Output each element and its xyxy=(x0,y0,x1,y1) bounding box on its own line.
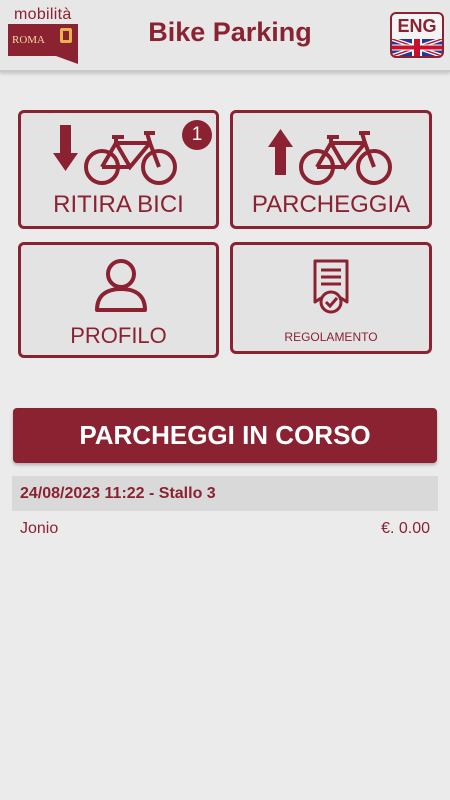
parking-entry-header[interactable]: 24/08/2023 11:22 - Stallo 3 xyxy=(12,476,438,511)
mobilita-roma-logo: mobilità ROMA xyxy=(8,6,80,66)
regolamento-button[interactable]: REGOLAMENTO xyxy=(230,242,432,354)
parcheggi-in-corso-button[interactable]: PARCHEGGI IN CORSO xyxy=(13,408,437,463)
profilo-button[interactable]: PROFILO xyxy=(18,242,219,358)
profilo-label: PROFILO xyxy=(70,323,167,348)
parcheggia-button[interactable]: PARCHEGGIA xyxy=(230,110,432,229)
bike-down-arrow-icon xyxy=(53,125,177,185)
ritira-bici-button[interactable]: 1 RITIRA BICI xyxy=(18,110,219,229)
page-title: Bike Parking xyxy=(148,17,312,47)
parcheggi-in-corso-label: PARCHEGGI IN CORSO xyxy=(79,420,371,450)
parking-amount: €. 0.00 xyxy=(381,520,430,537)
pending-count-badge: 1 xyxy=(182,120,212,150)
regolamento-label: REGOLAMENTO xyxy=(284,330,378,344)
language-button[interactable]: ENG xyxy=(390,12,444,58)
roma-flag-icon: ROMA xyxy=(8,24,78,64)
document-check-icon xyxy=(313,259,349,314)
parcheggia-label: PARCHEGGIA xyxy=(251,191,411,218)
bike-up-arrow-icon xyxy=(268,129,392,185)
ritira-bici-label: RITIRA BICI xyxy=(53,191,184,218)
parking-location: Jonio xyxy=(20,520,59,537)
user-icon xyxy=(95,259,147,312)
logo-sub-text: ROMA xyxy=(12,34,45,46)
language-label: ENG xyxy=(397,16,437,36)
app-header: mobilità ROMA Bike Parking ENG xyxy=(0,0,450,72)
uk-flag-icon xyxy=(392,39,442,56)
parking-entry-title: 24/08/2023 11:22 - Stallo 3 xyxy=(20,485,216,502)
logo-text: mobilità xyxy=(14,6,72,23)
